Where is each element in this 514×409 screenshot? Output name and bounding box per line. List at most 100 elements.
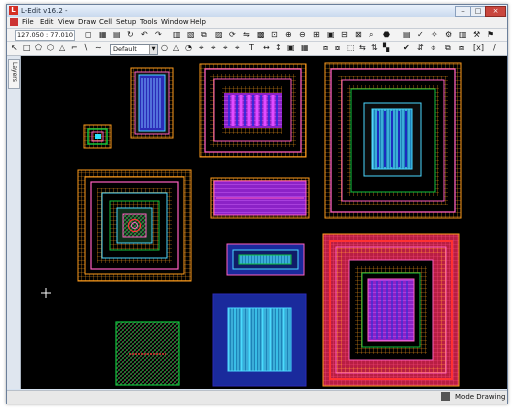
layers-tab[interactable]: Layers (8, 59, 20, 89)
box-icon[interactable]: □ (23, 43, 31, 53)
marker-icon[interactable]: ⬣ (383, 30, 390, 40)
pie-icon[interactable]: ◔ (185, 43, 192, 53)
status-bar: Mode Drawing (7, 390, 507, 404)
refresh-icon[interactable]: ↻ (127, 30, 134, 40)
crosshair-cursor-icon (41, 288, 51, 298)
ruler-icon[interactable]: ↔ (263, 43, 270, 53)
toggle-icon[interactable]: ✔ (403, 43, 410, 53)
status-mode-text: Mode Drawing (455, 393, 506, 401)
toolbar-drawing: ↖ □ ⬠ ⬡ △ ⌐ ∖ ∼ Default ▼ ○ △ ◔ ⌖ ⌖ ⌖ ⌖ T… (7, 42, 507, 56)
port-icon[interactable]: ⌖ (199, 43, 204, 53)
layout-cell-small[interactable] (83, 124, 112, 149)
layout-cell-bottom-center[interactable] (212, 293, 307, 387)
menu-draw[interactable]: Draw (78, 17, 96, 28)
cursor-icon[interactable]: ◻ (85, 30, 92, 40)
net-icon[interactable]: ⊠ (355, 30, 362, 40)
menu-file[interactable]: File (22, 17, 34, 28)
bracket-icon[interactable]: [x] (473, 43, 484, 53)
align-icon[interactable]: ▥ (173, 30, 181, 40)
mirror-icon[interactable]: ⇋ (243, 30, 250, 40)
drc-icon[interactable]: ✓ (417, 30, 424, 40)
zoom-in-icon[interactable]: ⊕ (285, 30, 292, 40)
menu-setup[interactable]: Setup (116, 17, 136, 28)
chevron-down-icon[interactable]: ▼ (149, 45, 157, 54)
unfold-icon[interactable]: ⧇ (335, 43, 340, 53)
flatten-icon[interactable]: ⬚ (347, 43, 355, 53)
circle-icon[interactable]: ○ (161, 43, 168, 53)
menu-help[interactable]: Help (190, 17, 206, 28)
layout-cell-middle-left[interactable] (77, 169, 192, 282)
tool-icon[interactable]: ⚒ (473, 30, 480, 40)
group-icon[interactable]: ⧉ (445, 43, 451, 53)
wire-icon[interactable]: ⌐ (71, 43, 78, 53)
library-icon[interactable]: ▥ (459, 30, 467, 40)
filter-icon[interactable]: ⌽ (431, 43, 436, 53)
layout-cell-bottom-left[interactable] (115, 321, 180, 386)
polygon-icon[interactable]: ⬠ (35, 43, 42, 53)
polygon2-icon[interactable]: ⬡ (47, 43, 54, 53)
zoom-fit-icon[interactable]: ⊞ (313, 30, 320, 40)
layer-palette-icon[interactable]: ▤ (403, 30, 411, 40)
port3-icon[interactable]: ⌖ (223, 43, 228, 53)
slash-icon[interactable]: / (493, 43, 496, 53)
instance-icon[interactable]: ▣ (287, 43, 295, 53)
menu-view[interactable]: View (58, 17, 75, 28)
layout-cell-top-right[interactable] (324, 62, 462, 219)
window-title: L-Edit v16.2 - (21, 7, 68, 15)
hierarchy-icon[interactable]: ⊟ (341, 30, 348, 40)
triangle-icon[interactable]: △ (59, 43, 65, 53)
ruler2-icon[interactable]: ↕ (275, 43, 282, 53)
extract-icon[interactable]: ✧ (431, 30, 438, 40)
menu-tools[interactable]: Tools (140, 17, 157, 28)
slice-icon[interactable]: ⊡ (271, 30, 278, 40)
app-logo-icon: L (9, 6, 18, 15)
triangle-shape-icon[interactable]: △ (173, 43, 179, 53)
layout-cell-small-bar[interactable] (226, 243, 305, 276)
redo-icon[interactable]: ↷ (155, 30, 162, 40)
document-icon[interactable] (10, 18, 18, 26)
maximize-button[interactable]: □ (470, 6, 486, 17)
layers-panel-strip: Layers (7, 56, 21, 389)
minimize-button[interactable]: – (455, 6, 471, 17)
route-icon[interactable]: ⇆ (359, 43, 366, 53)
array-icon[interactable]: ▚ (383, 43, 389, 53)
coordinate-readout: 127.050 : 77.010 (15, 30, 75, 41)
layout-cell-bottom-right[interactable] (322, 233, 460, 387)
layout-canvas[interactable] (21, 56, 507, 389)
fill-icon[interactable]: ▦ (99, 30, 107, 40)
layout-cell-top-center[interactable] (199, 63, 307, 158)
merge-icon[interactable]: ▩ (257, 30, 265, 40)
status-mode-icon (441, 392, 450, 401)
wire3-icon[interactable]: ∼ (95, 43, 102, 53)
layout-drawing (41, 62, 462, 387)
rotate-icon[interactable]: ⟳ (229, 30, 236, 40)
copy-icon[interactable]: ⧉ (201, 30, 207, 40)
layout-cell-center-bar[interactable] (210, 177, 310, 219)
layout-cell-strip[interactable] (130, 67, 174, 139)
zoom-out-icon[interactable]: ⊖ (299, 30, 306, 40)
sort-icon[interactable]: ⇵ (417, 43, 424, 53)
undo-icon[interactable]: ↶ (141, 30, 148, 40)
tool2-icon[interactable]: ⚑ (487, 30, 494, 40)
paste-icon[interactable]: ▨ (215, 30, 223, 40)
fold-icon[interactable]: ⧈ (323, 43, 328, 53)
menu-window[interactable]: Window (161, 17, 189, 28)
port4-icon[interactable]: ⌖ (235, 43, 240, 53)
settings-icon[interactable]: ⚙ (445, 30, 452, 40)
cell-icon[interactable]: ▤ (113, 30, 121, 40)
port2-icon[interactable]: ⌖ (211, 43, 216, 53)
view-icon[interactable]: ▣ (327, 30, 335, 40)
text-icon[interactable]: T (249, 43, 254, 53)
ledit-window: L L-Edit v16.2 - – □ × File Edit View Dr… (6, 4, 508, 404)
cell-instance-icon[interactable]: ▦ (301, 43, 309, 53)
ungroup-icon[interactable]: ⧈ (459, 43, 464, 53)
layer-select[interactable]: Default ▼ (110, 44, 158, 55)
search-icon[interactable]: ⌕ (369, 30, 373, 40)
select-icon[interactable]: ↖ (11, 43, 18, 53)
menu-cell[interactable]: Cell (99, 17, 112, 28)
menu-edit[interactable]: Edit (40, 17, 54, 28)
wire2-icon[interactable]: ∖ (83, 43, 88, 53)
close-button[interactable]: × (485, 6, 506, 17)
grid-icon[interactable]: ▧ (187, 30, 195, 40)
connect-icon[interactable]: ⇅ (371, 43, 378, 53)
